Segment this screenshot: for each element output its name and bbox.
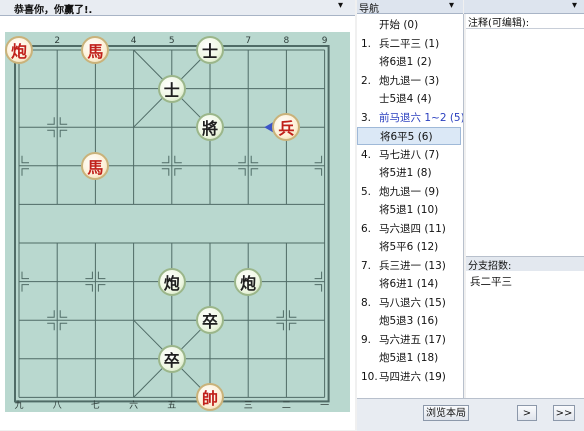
black-piece[interactable]: 卒 [196, 306, 224, 335]
branch-list[interactable]: 兵二平三 [466, 271, 584, 398]
move-text: 炮九退一 (3) [379, 74, 440, 87]
black-piece[interactable]: 炮 [157, 267, 186, 296]
move-list-item[interactable]: 炮5退3 (16) [357, 312, 461, 330]
move-number: 2. [361, 74, 372, 87]
move-text: 将6退1 (2) [379, 56, 432, 68]
move-text: 前马退六 1~2 (5) [379, 111, 464, 124]
move-list-item[interactable]: 将5退1 (10) [357, 201, 461, 219]
pin-icon[interactable]: ▾ [572, 0, 577, 11]
move-list-item[interactable]: 1. 兵二平三 (1) [357, 35, 461, 53]
last-move-button[interactable]: >> [553, 405, 575, 421]
move-text: 炮5退1 (18) [379, 352, 439, 364]
move-text: 将6平5 (6) [380, 131, 433, 143]
move-text: 开始 (0) [379, 19, 419, 31]
nav-title: 导航 [359, 4, 379, 15]
file-label-top: 2 [54, 36, 60, 46]
move-number: 8. [361, 296, 372, 309]
move-list-item[interactable]: 5. 炮九退一 (9) [357, 183, 461, 201]
move-number: 7. [361, 259, 372, 272]
branch-item[interactable]: 兵二平三 [470, 274, 512, 289]
file-label-bottom: 七 [91, 400, 100, 411]
move-list-item[interactable]: 4. 马七进八 (7) [357, 146, 461, 164]
file-label-top: 7 [245, 36, 251, 46]
move-number: 1. [361, 37, 372, 50]
move-text: 炮5退3 (16) [379, 315, 439, 327]
move-text: 将5退1 (10) [379, 204, 439, 216]
move-list-item[interactable]: 10. 马四进六 (19) [357, 368, 461, 386]
move-list-item[interactable]: 6. 马六退四 (11) [357, 220, 461, 238]
move-list-item[interactable]: 7. 兵三进一 (13) [357, 257, 461, 275]
move-number: 10. [361, 370, 378, 383]
file-label-bottom: 八 [53, 401, 62, 411]
move-list-item[interactable]: 将5平6 (12) [357, 238, 461, 256]
move-text: 马四进六 (19) [379, 370, 446, 383]
move-list-item[interactable]: 将6平5 (6) [357, 127, 461, 145]
pin-icon[interactable]: ▾ [449, 0, 454, 11]
pin-icon[interactable]: ▾ [338, 0, 343, 11]
move-list-item[interactable]: 炮5退1 (18) [357, 349, 461, 367]
file-label-bottom: 三 [244, 401, 253, 411]
file-label-bottom: 一 [320, 401, 329, 411]
move-text: 炮九退一 (9) [379, 185, 440, 198]
browse-game-button[interactable]: 浏览本局 [423, 405, 469, 421]
file-label-top: 4 [131, 36, 137, 46]
move-text: 将5平6 (12) [379, 241, 439, 253]
black-piece[interactable]: 卒 [157, 344, 186, 373]
move-text: 马八退六 (15) [379, 296, 446, 309]
move-text: 马六进五 (17) [379, 333, 446, 346]
file-label-top: 5 [169, 36, 175, 46]
board-area: 123456789九八七六五四三二一 炮馬士士將兵馬炮炮卒卒帥 [0, 16, 355, 430]
board-title: 恭喜你，你赢了!. [14, 5, 93, 16]
move-list-item[interactable]: 开始 (0) [357, 16, 461, 34]
move-list-item[interactable]: 将6进1 (14) [357, 275, 461, 293]
comment-label: 注释(可编辑): [466, 14, 584, 29]
move-number: 3. [361, 111, 372, 124]
file-label-top: 9 [322, 36, 328, 46]
black-piece[interactable]: 將 [196, 113, 224, 142]
comment-textarea[interactable] [466, 28, 584, 257]
board-tab[interactable]: 恭喜你，你赢了!. ▾ [0, 0, 355, 16]
file-label-top: 8 [284, 36, 290, 46]
move-number: 5. [361, 185, 372, 198]
bottom-toolbar: 浏览本局 > >> [357, 398, 584, 431]
move-list-item[interactable]: 9. 马六进五 (17) [357, 331, 461, 349]
move-text: 马六退四 (11) [379, 222, 446, 235]
move-text: 马七进八 (7) [379, 148, 440, 161]
move-text: 士5退4 (4) [379, 93, 432, 105]
red-piece[interactable]: 馬 [81, 151, 110, 180]
move-list-item[interactable]: 2. 炮九退一 (3) [357, 72, 461, 90]
move-number: 4. [361, 148, 372, 161]
move-list-item[interactable]: 将6退1 (2) [357, 53, 461, 71]
move-list[interactable]: 开始 (0) 1. 兵二平三 (1) 将6退1 (2) 2. 炮九退一 (3) 士5退4 (… [357, 14, 464, 398]
move-text: 兵三进一 (13) [379, 259, 446, 272]
red-piece[interactable]: 炮 [5, 36, 33, 64]
branch-label: 分支招数: [466, 256, 584, 272]
file-label-bottom: 六 [129, 399, 138, 411]
move-list-item[interactable]: 士5退4 (4) [357, 90, 461, 108]
nav-header: 导航 ▾ [357, 0, 463, 15]
file-label-bottom: 五 [167, 401, 176, 411]
black-piece[interactable]: 士 [196, 36, 224, 64]
move-number: 6. [361, 222, 372, 235]
move-number: 9. [361, 333, 372, 346]
move-text: 兵二平三 (1) [379, 37, 440, 50]
next-move-button[interactable]: > [517, 405, 537, 421]
file-label-bottom: 二 [282, 401, 291, 411]
comment-header: ▾ [464, 0, 584, 14]
move-list-item[interactable]: 8. 马八退六 (15) [357, 294, 461, 312]
move-text: 将6进1 (14) [379, 278, 439, 290]
move-list-item[interactable]: 3. 前马退六 1~2 (5) [357, 109, 464, 127]
black-piece[interactable]: 炮 [234, 267, 263, 296]
black-piece[interactable]: 士 [157, 74, 186, 103]
move-text: 将5进1 (8) [379, 167, 432, 179]
file-label-bottom: 九 [14, 400, 23, 411]
move-list-item[interactable]: 将5进1 (8) [357, 164, 461, 182]
